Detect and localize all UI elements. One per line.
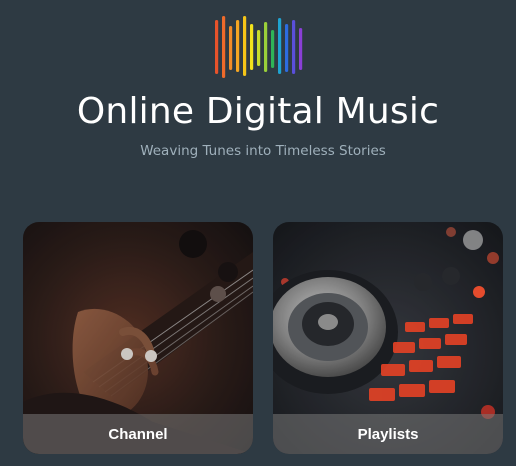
page-title: Online Digital Music <box>76 91 440 132</box>
channel-card[interactable]: Channel <box>23 222 253 454</box>
equalizer-logo-icon <box>211 14 307 78</box>
playlists-card[interactable]: Playlists <box>273 222 503 454</box>
playlists-card-label: Playlists <box>273 414 503 454</box>
channel-card-label: Channel <box>23 414 253 454</box>
page-subtitle: Weaving Tunes into Timeless Stories <box>140 143 386 159</box>
equalizer-bars-icon <box>215 16 303 78</box>
